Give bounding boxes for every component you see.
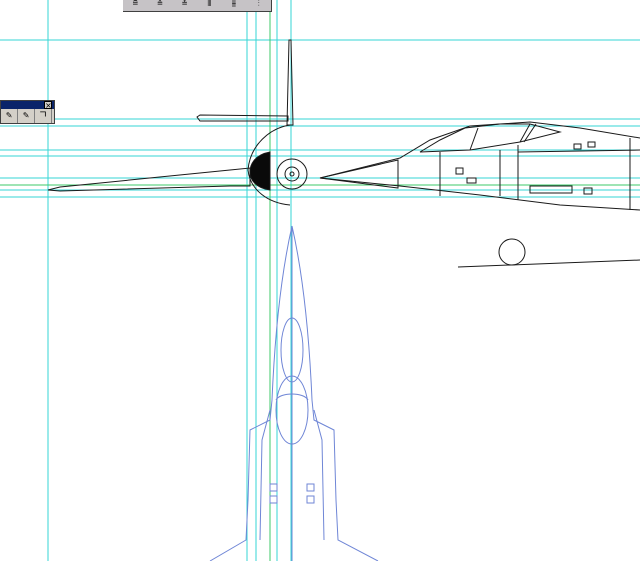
front-wing xyxy=(47,167,251,192)
side-panel xyxy=(587,141,596,148)
top-fuselage-outline-right xyxy=(291,225,379,561)
pen-tool-icon[interactable]: ✎ xyxy=(1,109,18,123)
close-icon[interactable]: × xyxy=(44,101,52,110)
front-view xyxy=(47,39,308,206)
align-right-icon[interactable]: ≚ xyxy=(176,0,194,10)
landing-wheel xyxy=(498,238,526,266)
side-nose-cone xyxy=(319,159,399,189)
canopy-frame xyxy=(519,123,531,143)
side-panel xyxy=(583,187,593,195)
align-toolbar: ≘ ≙ ≚ ⫴ ⫵ ⫶ xyxy=(123,0,272,12)
align-top-icon[interactable]: ⫴ xyxy=(200,0,218,10)
guides-green xyxy=(0,0,640,561)
side-panel xyxy=(466,177,477,184)
canopy-frame xyxy=(469,127,479,151)
side-canopy xyxy=(419,123,562,153)
front-vertical-tail xyxy=(286,39,294,126)
align-middle-icon[interactable]: ⫵ xyxy=(225,0,243,10)
top-intake-right xyxy=(313,409,325,541)
top-panel xyxy=(269,495,278,504)
ground-line xyxy=(457,259,640,268)
front-nose-inner xyxy=(284,166,300,182)
top-fuselage-outline xyxy=(209,225,293,561)
palette-tools: ✎ ✎ ㄱ xyxy=(1,109,54,123)
top-panel xyxy=(306,483,315,492)
align-left-icon[interactable]: ≘ xyxy=(126,0,144,10)
drawing-canvas[interactable] xyxy=(0,0,640,561)
convert-anchor-icon[interactable]: ㄱ xyxy=(35,109,52,123)
side-panel xyxy=(455,167,464,175)
top-panel xyxy=(306,495,315,504)
guides xyxy=(0,0,640,561)
align-center-icon[interactable]: ≙ xyxy=(151,0,169,10)
palette-titlebar[interactable]: × xyxy=(1,101,54,110)
top-panel xyxy=(269,483,278,492)
top-view xyxy=(209,225,379,561)
side-panel xyxy=(573,143,582,150)
top-intake-left xyxy=(259,409,271,541)
align-bottom-icon[interactable]: ⫶ xyxy=(250,0,268,10)
front-horizontal-stab xyxy=(196,114,289,122)
side-view xyxy=(319,121,640,268)
add-anchor-icon[interactable]: ✎ xyxy=(18,109,35,123)
pen-tool-palette: × ✎ ✎ ㄱ xyxy=(0,100,55,124)
